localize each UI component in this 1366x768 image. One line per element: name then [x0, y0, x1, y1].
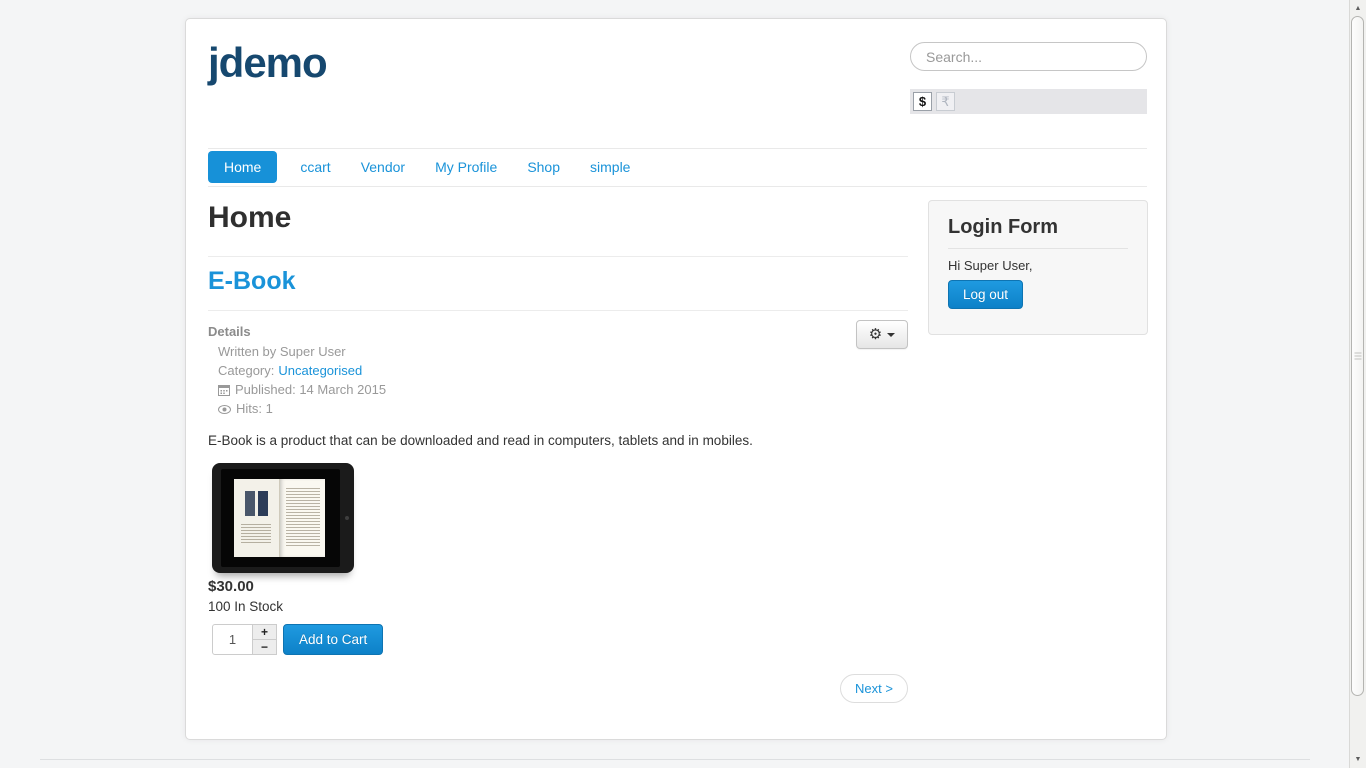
nav-item-my-profile[interactable]: My Profile — [420, 151, 512, 183]
chevron-down-icon — [887, 332, 896, 337]
browser-scrollbar[interactable]: ▲ ▼ — [1349, 0, 1366, 768]
login-form-panel: Login Form Hi Super User, Log out — [928, 200, 1148, 335]
logout-button[interactable]: Log out — [948, 280, 1024, 309]
quantity-row: + − Add to Cart — [212, 624, 384, 655]
scrollbar-grip-icon — [1354, 352, 1361, 360]
content-card: jdemo $ ₹ Home ccart Vendor My Profile S… — [185, 18, 1167, 740]
category-link[interactable]: Uncategorised — [278, 362, 362, 380]
details-hits: Hits: 1 — [208, 400, 386, 418]
gear-icon: ⚙ — [868, 326, 883, 343]
quantity-stepper: + − — [253, 624, 277, 655]
product-price: $30.00 — [208, 578, 254, 595]
calendar-icon — [218, 384, 230, 396]
tablet-screen — [221, 469, 340, 567]
currency-dollar-button[interactable]: $ — [913, 92, 932, 111]
divider — [208, 256, 908, 257]
illustration — [244, 491, 255, 517]
scrollbar-thumb[interactable] — [1351, 16, 1364, 696]
page-title: Home — [208, 201, 292, 234]
details-published: Published: 14 March 2015 — [208, 381, 386, 399]
details-category: Category: Uncategorised — [208, 362, 386, 380]
ebook-pages — [234, 479, 325, 557]
details-label: Details — [208, 324, 251, 339]
category-label: Category: — [218, 363, 275, 378]
scroll-up-arrow-icon[interactable]: ▲ — [1350, 1, 1366, 16]
quantity-decrease-button[interactable]: − — [253, 640, 276, 654]
published-text: Published: 14 March 2015 — [235, 382, 387, 397]
article-details: Details Written by Super User Category: … — [208, 323, 386, 418]
divider — [208, 310, 908, 311]
quantity-input[interactable] — [212, 624, 253, 655]
article-options-button[interactable]: ⚙ — [856, 320, 908, 349]
ebook-right-page — [279, 479, 325, 557]
product-stock: 100 In Stock — [208, 599, 284, 614]
main-content: Home E-Book Details Written by Super Use… — [208, 187, 908, 739]
ebook-illustrations — [244, 491, 268, 517]
nav-item-simple[interactable]: simple — [575, 151, 645, 183]
currency-bar: $ ₹ — [910, 89, 1147, 114]
quantity-increase-button[interactable]: + — [253, 625, 276, 640]
nav-item-home[interactable]: Home — [208, 151, 278, 183]
nav-item-ccart[interactable]: ccart — [285, 151, 345, 183]
product-image[interactable] — [212, 463, 354, 573]
footer-divider — [40, 759, 1310, 760]
scroll-down-arrow-icon[interactable]: ▼ — [1350, 752, 1366, 767]
login-form-title: Login Form — [948, 216, 1128, 249]
pagination-next-button[interactable]: Next > — [840, 674, 908, 703]
add-to-cart-button[interactable]: Add to Cart — [283, 624, 384, 655]
details-written-by: Written by Super User — [208, 343, 386, 361]
login-greeting: Hi Super User, — [948, 258, 1033, 273]
eye-icon — [218, 404, 231, 414]
hits-text: Hits: 1 — [236, 401, 273, 416]
tablet-camera — [345, 516, 349, 520]
site-logo[interactable]: jdemo — [208, 39, 328, 87]
article-title-link[interactable]: E-Book — [208, 267, 296, 296]
written-by-text: Written by Super User — [218, 344, 346, 359]
ebook-left-page — [234, 479, 280, 557]
search-input[interactable] — [910, 42, 1147, 71]
main-navigation: Home ccart Vendor My Profile Shop simple — [208, 148, 1147, 186]
nav-item-vendor[interactable]: Vendor — [346, 151, 420, 183]
nav-item-shop[interactable]: Shop — [512, 151, 575, 183]
text-lines — [285, 488, 321, 547]
article-body: E-Book is a product that can be download… — [208, 433, 753, 448]
caption-lines — [241, 524, 272, 545]
currency-rupee-button[interactable]: ₹ — [936, 92, 955, 111]
illustration — [257, 491, 268, 517]
